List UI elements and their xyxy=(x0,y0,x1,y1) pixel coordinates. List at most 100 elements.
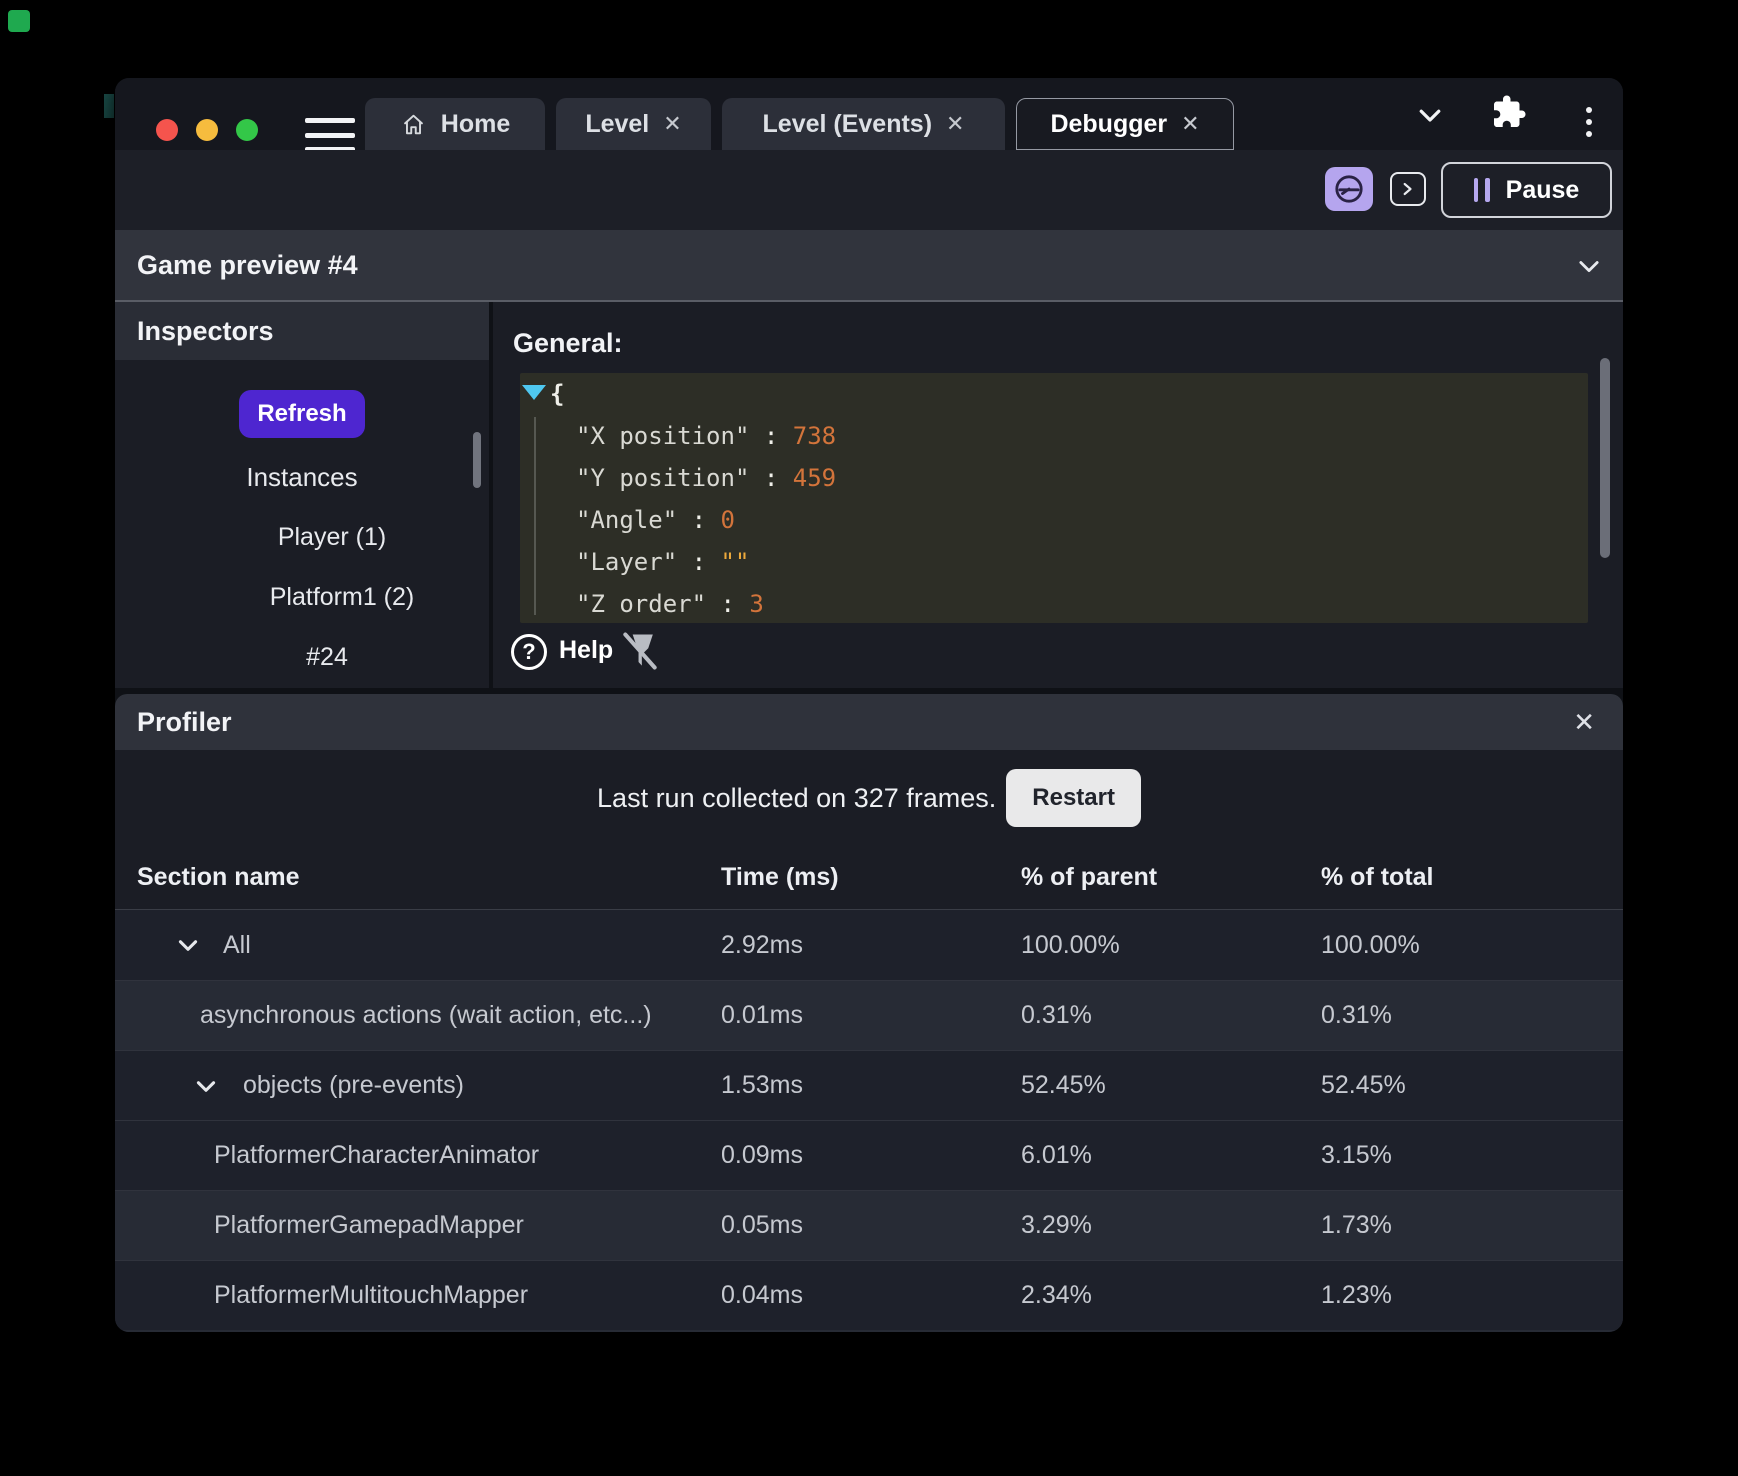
sidebar-item-player[interactable]: Player (1) xyxy=(115,517,489,557)
section-name: asynchronous actions (wait action, etc..… xyxy=(200,1001,652,1029)
tab-bar: Home Level ✕ Level (Events) ✕ Debugger ✕ xyxy=(365,98,1234,150)
json-property-z-order: "Z order" : 3 xyxy=(576,590,764,618)
background-artifact xyxy=(8,10,30,32)
debugger-main-area: Inspectors Refresh Instances Player (1) … xyxy=(115,302,1623,688)
close-tab-icon[interactable]: ✕ xyxy=(946,113,964,135)
close-tab-icon[interactable]: ✕ xyxy=(1181,113,1199,135)
column-header-percent-parent: % of parent xyxy=(1021,863,1158,891)
percent-parent-value: 52.45% xyxy=(1021,1071,1106,1099)
profiler-speedometer-button[interactable] xyxy=(1325,167,1373,211)
percent-total-value: 1.73% xyxy=(1321,1211,1392,1239)
section-name: objects (pre-events) xyxy=(243,1071,464,1099)
section-name: PlatformerMultitouchMapper xyxy=(214,1281,529,1309)
close-window-button[interactable] xyxy=(156,119,178,141)
help-question-icon[interactable]: ? xyxy=(511,634,547,670)
table-row-async-actions[interactable]: asynchronous actions (wait action, etc..… xyxy=(115,980,1623,1050)
titlebar: Home Level ✕ Level (Events) ✕ Debugger ✕ xyxy=(115,78,1623,152)
refresh-button[interactable]: Refresh xyxy=(239,390,365,438)
zoom-window-button[interactable] xyxy=(236,119,258,141)
game-preview-title: Game preview #4 xyxy=(137,249,358,280)
close-profiler-icon[interactable]: ✕ xyxy=(1573,694,1595,750)
tab-label: Debugger xyxy=(1050,109,1168,138)
percent-parent-value: 0.31% xyxy=(1021,1001,1092,1029)
profiler-header: Profiler ✕ xyxy=(115,694,1623,750)
table-row-platformer-character-animator[interactable]: PlatformerCharacterAnimator 0.09ms 6.01%… xyxy=(115,1120,1623,1190)
help-button[interactable]: Help xyxy=(559,636,613,665)
json-property-x-position: "X position" : 738 xyxy=(576,422,837,450)
percent-total-value: 52.45% xyxy=(1321,1071,1406,1099)
sidebar-item-instance-24[interactable]: #24 xyxy=(115,637,489,677)
tab-home[interactable]: Home xyxy=(365,98,545,150)
console-button[interactable] xyxy=(1390,172,1426,206)
menu-hamburger-icon[interactable] xyxy=(305,118,355,152)
chevron-down-icon[interactable] xyxy=(175,932,201,958)
debugger-toolbar: Pause xyxy=(115,150,1623,230)
panel-scrollbar[interactable] xyxy=(1600,358,1610,558)
kebab-menu-icon[interactable] xyxy=(1581,100,1597,144)
chevron-down-icon[interactable] xyxy=(1575,252,1603,280)
column-header-time: Time (ms) xyxy=(721,863,839,891)
column-header-section-name: Section name xyxy=(137,863,300,891)
home-icon xyxy=(400,111,427,138)
tab-level-events[interactable]: Level (Events) ✕ xyxy=(722,98,1005,150)
inspectors-header: Inspectors xyxy=(115,302,489,360)
json-open-brace: { xyxy=(550,380,565,408)
percent-parent-value: 6.01% xyxy=(1021,1141,1092,1169)
json-property-layer: "Layer" : "" xyxy=(576,548,750,576)
close-tab-icon[interactable]: ✕ xyxy=(663,113,681,135)
game-preview-bar[interactable]: Game preview #4 xyxy=(115,230,1623,302)
percent-total-value: 3.15% xyxy=(1321,1141,1392,1169)
tab-label: Level xyxy=(585,109,650,138)
time-value: 2.92ms xyxy=(721,930,803,959)
tab-label: Level (Events) xyxy=(762,109,933,138)
sidebar-item-platform1[interactable]: Platform1 (2) xyxy=(115,577,489,617)
time-value: 1.53ms xyxy=(721,1071,803,1099)
table-row-all[interactable]: All 2.92ms 100.00% 100.00% xyxy=(115,910,1623,980)
tab-debugger[interactable]: Debugger ✕ xyxy=(1016,98,1234,150)
sidebar-item-instances[interactable]: Instances xyxy=(115,457,489,497)
percent-total-value: 100.00% xyxy=(1321,930,1420,959)
section-name: PlatformerCharacterAnimator xyxy=(214,1141,540,1169)
pause-button[interactable]: Pause xyxy=(1441,162,1612,218)
profiler-status-text: Last run collected on 327 frames. xyxy=(597,782,997,813)
time-value: 0.09ms xyxy=(721,1141,803,1169)
minimize-window-button[interactable] xyxy=(196,119,218,141)
profiler-status-row: Last run collected on 327 frames. Restar… xyxy=(115,750,1623,846)
extensions-puzzle-icon[interactable] xyxy=(1491,94,1527,130)
general-panel: General: { "X position" : 738 "Y positio… xyxy=(493,302,1623,688)
table-row-platformer-multitouch-mapper[interactable]: PlatformerMultitouchMapper 0.04ms 2.34% … xyxy=(115,1260,1623,1330)
percent-parent-value: 100.00% xyxy=(1021,930,1120,959)
inspectors-sidebar: Inspectors Refresh Instances Player (1) … xyxy=(115,302,489,688)
table-row-partial xyxy=(115,1330,1623,1332)
profiler-table-header: Section name Time (ms) % of parent % of … xyxy=(115,846,1623,910)
section-name: All xyxy=(223,930,251,959)
chevron-down-icon[interactable] xyxy=(193,1073,219,1099)
json-property-angle: "Angle" : 0 xyxy=(576,506,735,534)
table-row-platformer-gamepad-mapper[interactable]: PlatformerGamepadMapper 0.05ms 3.29% 1.7… xyxy=(115,1190,1623,1260)
table-row-objects-pre-events[interactable]: objects (pre-events) 1.53ms 52.45% 52.45… xyxy=(115,1050,1623,1120)
time-value: 0.01ms xyxy=(721,1001,803,1029)
background-artifact xyxy=(104,94,114,118)
percent-total-value: 1.23% xyxy=(1321,1281,1392,1309)
time-value: 0.05ms xyxy=(721,1211,803,1239)
chevron-down-icon[interactable] xyxy=(1415,100,1445,130)
json-property-y-position: "Y position" : 459 xyxy=(576,464,837,492)
pin-off-icon[interactable] xyxy=(618,628,662,674)
pause-label: Pause xyxy=(1505,175,1580,204)
percent-total-value: 0.31% xyxy=(1321,1001,1392,1029)
restart-button[interactable]: Restart xyxy=(1006,769,1141,827)
sidebar-scrollbar[interactable] xyxy=(473,432,481,488)
tab-level[interactable]: Level ✕ xyxy=(556,98,711,150)
percent-parent-value: 3.29% xyxy=(1021,1211,1092,1239)
inspectors-title: Inspectors xyxy=(137,316,274,346)
instance-properties-json: { "X position" : 738 "Y position" : 459 … xyxy=(520,373,1588,623)
section-name: PlatformerGamepadMapper xyxy=(214,1211,524,1239)
profiler-panel: Profiler ✕ Last run collected on 327 fra… xyxy=(115,694,1623,1332)
tab-label: Home xyxy=(440,109,511,138)
profiler-table-rows: All 2.92ms 100.00% 100.00% asynchronous … xyxy=(115,910,1623,1330)
column-header-percent-total: % of total xyxy=(1321,863,1434,891)
app-window: Home Level ✕ Level (Events) ✕ Debugger ✕ xyxy=(115,78,1623,1332)
percent-parent-value: 2.34% xyxy=(1021,1281,1092,1309)
time-value: 0.04ms xyxy=(721,1281,803,1309)
pause-icon xyxy=(1473,178,1490,202)
